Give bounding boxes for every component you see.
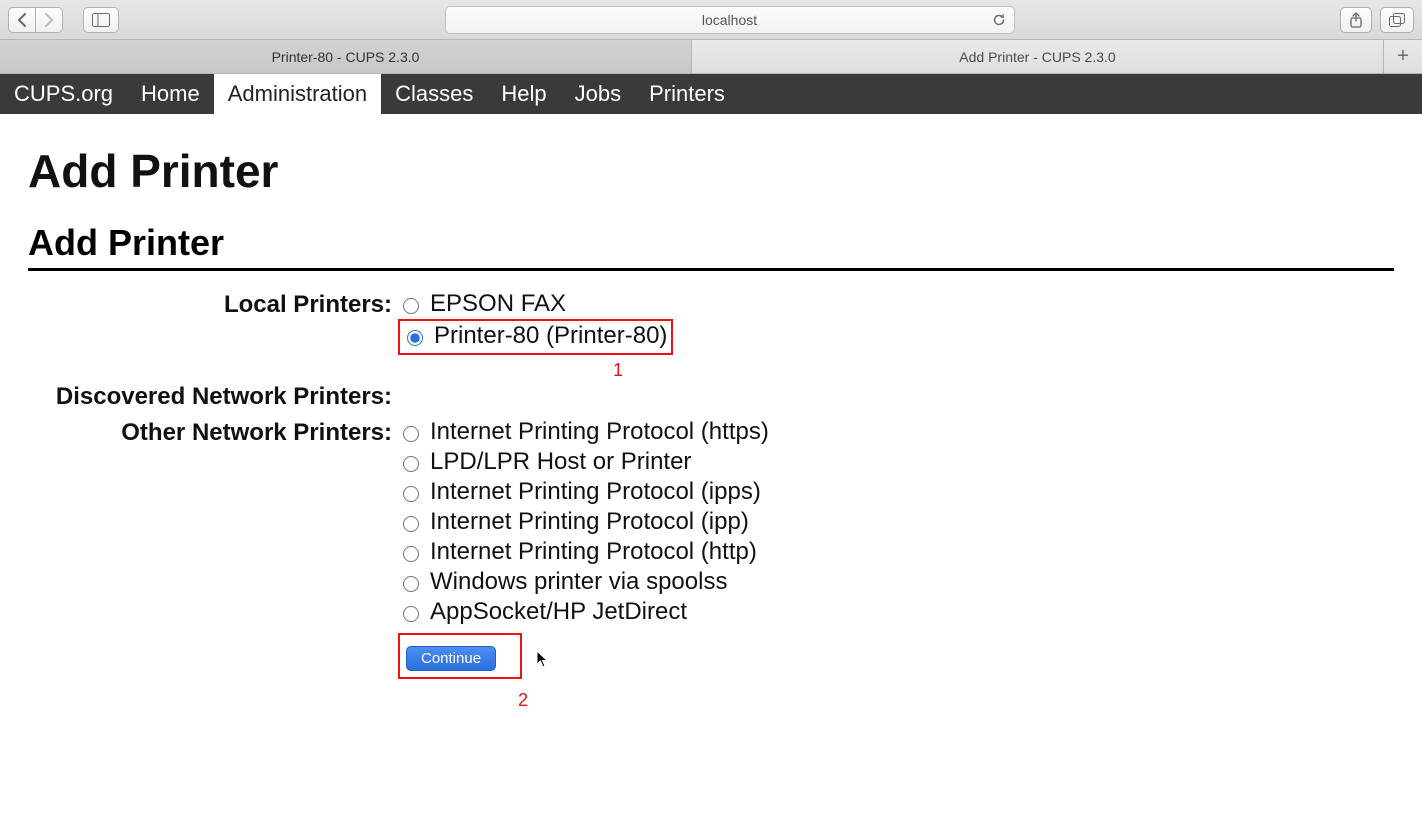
page-content: Add Printer Add Printer Local Printers: …: [0, 114, 1422, 737]
sidebar-icon: [92, 13, 110, 27]
other-printer-option-2[interactable]: Internet Printing Protocol (ipps): [398, 477, 1394, 507]
sidebar-toggle-button[interactable]: [83, 7, 119, 33]
cups-nav: CUPS.org Home Administration Classes Hel…: [0, 74, 1422, 114]
reload-icon[interactable]: [992, 13, 1006, 27]
annotation-highlight-1: Printer-80 (Printer-80): [398, 319, 673, 355]
section-title: Add Printer: [28, 222, 1394, 271]
label-local-printers: Local Printers:: [28, 289, 398, 321]
share-icon: [1349, 12, 1363, 28]
forward-button[interactable]: [35, 7, 63, 33]
browser-toolbar: localhost: [0, 0, 1422, 40]
nav-printers[interactable]: Printers: [635, 74, 739, 114]
new-tab-button[interactable]: +: [1384, 40, 1422, 73]
annotation-highlight-2: Continue: [398, 633, 522, 679]
radio-ipp-https[interactable]: [403, 426, 419, 442]
other-printer-option-5[interactable]: Windows printer via spoolss: [398, 567, 1394, 597]
tabs-icon: [1389, 13, 1405, 27]
option-label: EPSON FAX: [430, 289, 566, 319]
chevron-right-icon: [44, 13, 54, 27]
label-discovered-printers: Discovered Network Printers:: [28, 381, 398, 413]
add-printer-form: Local Printers: EPSON FAX Printer-80 (Pr…: [28, 289, 1394, 715]
option-label: AppSocket/HP JetDirect: [430, 597, 687, 627]
tab-title: Add Printer - CUPS 2.3.0: [959, 49, 1115, 65]
option-label: Internet Printing Protocol (https): [430, 417, 769, 447]
nav-help[interactable]: Help: [487, 74, 560, 114]
nav-classes[interactable]: Classes: [381, 74, 487, 114]
share-button[interactable]: [1340, 7, 1372, 33]
option-label: LPD/LPR Host or Printer: [430, 447, 691, 477]
plus-icon: +: [1397, 45, 1409, 68]
option-label: Windows printer via spoolss: [430, 567, 727, 597]
nav-jobs[interactable]: Jobs: [561, 74, 635, 114]
label-other-printers: Other Network Printers:: [28, 417, 398, 449]
tab-title: Printer-80 - CUPS 2.3.0: [272, 49, 420, 65]
nav-back-forward-group: [8, 7, 63, 33]
radio-lpd[interactable]: [403, 456, 419, 472]
radio-epson-fax[interactable]: [403, 298, 419, 314]
page-title: Add Printer: [28, 144, 1394, 198]
radio-printer-80[interactable]: [407, 330, 423, 346]
other-printer-option-0[interactable]: Internet Printing Protocol (https): [398, 417, 1394, 447]
option-label: Internet Printing Protocol (ipp): [430, 507, 749, 537]
annotation-callout-2: 2: [458, 685, 588, 715]
back-button[interactable]: [8, 7, 35, 33]
annotation-callout-1: 1: [478, 355, 758, 385]
option-label: Internet Printing Protocol (http): [430, 537, 757, 567]
local-printer-option-0[interactable]: EPSON FAX: [398, 289, 1394, 319]
nav-cups-org[interactable]: CUPS.org: [0, 74, 127, 114]
other-printer-option-4[interactable]: Internet Printing Protocol (http): [398, 537, 1394, 567]
radio-ipps[interactable]: [403, 486, 419, 502]
browser-tab-0[interactable]: Printer-80 - CUPS 2.3.0: [0, 40, 692, 73]
url-text: localhost: [702, 12, 757, 28]
tabs-overview-button[interactable]: [1380, 7, 1414, 33]
continue-button[interactable]: Continue: [406, 646, 496, 671]
radio-ipp[interactable]: [403, 516, 419, 532]
chevron-left-icon: [17, 13, 27, 27]
other-printer-option-3[interactable]: Internet Printing Protocol (ipp): [398, 507, 1394, 537]
radio-windows-spoolss[interactable]: [403, 576, 419, 592]
radio-appsocket[interactable]: [403, 606, 419, 622]
option-label: Printer-80 (Printer-80): [434, 321, 667, 351]
browser-tab-1[interactable]: Add Printer - CUPS 2.3.0: [692, 40, 1384, 73]
url-bar[interactable]: localhost: [445, 6, 1015, 34]
browser-tabstrip: Printer-80 - CUPS 2.3.0 Add Printer - CU…: [0, 40, 1422, 74]
radio-ipp-http[interactable]: [403, 546, 419, 562]
other-printer-option-6[interactable]: AppSocket/HP JetDirect: [398, 597, 1394, 627]
nav-home[interactable]: Home: [127, 74, 214, 114]
local-printer-option-1[interactable]: Printer-80 (Printer-80): [402, 321, 667, 351]
other-printer-option-1[interactable]: LPD/LPR Host or Printer: [398, 447, 1394, 477]
option-label: Internet Printing Protocol (ipps): [430, 477, 761, 507]
nav-administration[interactable]: Administration: [214, 74, 381, 114]
